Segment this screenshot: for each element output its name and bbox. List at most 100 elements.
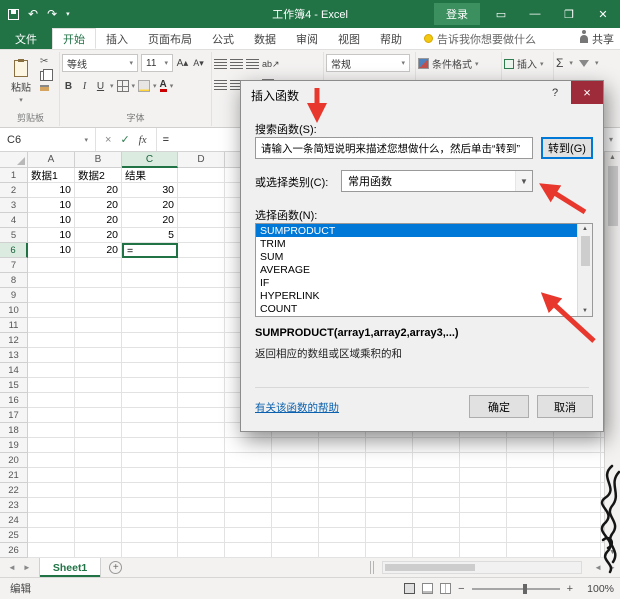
cell-C23[interactable] [122, 498, 178, 513]
cell-I20[interactable] [413, 453, 460, 468]
cell-D7[interactable] [178, 258, 225, 273]
align-left-icon[interactable] [214, 80, 227, 90]
ribbon-tab-审阅[interactable]: 审阅 [286, 28, 328, 49]
scroll-left-icon[interactable]: ◄ [594, 563, 602, 572]
cell-C14[interactable] [122, 363, 178, 378]
row-header-7[interactable]: 7 [0, 258, 28, 273]
cell-B8[interactable] [75, 273, 122, 288]
cell-B17[interactable] [75, 408, 122, 423]
ribbon-display-options-icon[interactable]: ▭ [484, 0, 518, 28]
cell-K26[interactable] [507, 543, 554, 558]
cell-C7[interactable] [122, 258, 178, 273]
align-middle-icon[interactable] [230, 59, 243, 69]
cell-B4[interactable]: 20 [75, 213, 122, 228]
function-help-link[interactable]: 有关该函数的帮助 [255, 400, 339, 415]
tab-scroll-splitter[interactable] [370, 561, 374, 574]
search-function-input[interactable]: 请输入一条简短说明来描述您想做什么，然后单击“转到” [255, 137, 533, 159]
cancel-button[interactable]: 取消 [537, 395, 593, 418]
paste-button[interactable]: 粘贴 ▾ [6, 54, 36, 110]
ribbon-tab-数据[interactable]: 数据 [244, 28, 286, 49]
cell-B10[interactable] [75, 303, 122, 318]
row-header-21[interactable]: 21 [0, 468, 28, 483]
cell-A13[interactable] [28, 348, 75, 363]
function-item-AVERAGE[interactable]: AVERAGE [256, 263, 577, 276]
row-header-6[interactable]: 6 [0, 243, 28, 258]
ribbon-tab-开始[interactable]: 开始 [52, 28, 96, 49]
row-header-16[interactable]: 16 [0, 393, 28, 408]
cell-C9[interactable] [122, 288, 178, 303]
cell-F26[interactable] [272, 543, 319, 558]
chevron-down-icon[interactable]: ▾ [132, 82, 136, 90]
select-all-corner[interactable] [0, 152, 28, 168]
row-header-19[interactable]: 19 [0, 438, 28, 453]
cell-A25[interactable] [28, 528, 75, 543]
cell-A19[interactable] [28, 438, 75, 453]
cell-D2[interactable] [178, 183, 225, 198]
prev-sheet-icon[interactable]: ◄ [8, 563, 16, 572]
cell-J20[interactable] [460, 453, 507, 468]
cell-B7[interactable] [75, 258, 122, 273]
chevron-down-icon[interactable]: ▼ [515, 171, 532, 191]
cell-D12[interactable] [178, 333, 225, 348]
chevron-down-icon[interactable]: ▾ [153, 82, 157, 90]
cell-L24[interactable] [554, 513, 601, 528]
cell-H25[interactable] [366, 528, 413, 543]
cell-B22[interactable] [75, 483, 122, 498]
cell-D6[interactable] [178, 243, 225, 258]
cell-A21[interactable] [28, 468, 75, 483]
font-name-combo[interactable]: 等线 ▾ [62, 54, 138, 72]
cell-A14[interactable] [28, 363, 75, 378]
category-select[interactable]: 常用函数 ▼ [341, 170, 533, 192]
col-header-B[interactable]: B [75, 152, 122, 168]
cell-B23[interactable] [75, 498, 122, 513]
row-header-24[interactable]: 24 [0, 513, 28, 528]
go-button[interactable]: 转到(G) [541, 137, 593, 159]
cell-J26[interactable] [460, 543, 507, 558]
shrink-font-icon[interactable]: A▾ [192, 55, 205, 71]
cell-A4[interactable]: 10 [28, 213, 75, 228]
cell-I23[interactable] [413, 498, 460, 513]
cell-J23[interactable] [460, 498, 507, 513]
cell-A16[interactable] [28, 393, 75, 408]
cell-L23[interactable] [554, 498, 601, 513]
cell-B14[interactable] [75, 363, 122, 378]
cell-D10[interactable] [178, 303, 225, 318]
cell-A24[interactable] [28, 513, 75, 528]
cell-F22[interactable] [272, 483, 319, 498]
scroll-up-icon[interactable]: ▲ [609, 154, 616, 161]
cell-H20[interactable] [366, 453, 413, 468]
cell-H22[interactable] [366, 483, 413, 498]
cell-E21[interactable] [225, 468, 272, 483]
cell-K22[interactable] [507, 483, 554, 498]
cell-A3[interactable]: 10 [28, 198, 75, 213]
cell-K21[interactable] [507, 468, 554, 483]
new-sheet-icon[interactable]: + [109, 561, 122, 574]
cell-B26[interactable] [75, 543, 122, 558]
function-item-SUM[interactable]: SUM [256, 250, 577, 263]
function-item-TRIM[interactable]: TRIM [256, 237, 577, 250]
cell-A10[interactable] [28, 303, 75, 318]
cell-D19[interactable] [178, 438, 225, 453]
cell-A9[interactable] [28, 288, 75, 303]
ok-button[interactable]: 确定 [469, 395, 529, 418]
copy-icon[interactable] [40, 71, 48, 81]
horizontal-scroll-thumb[interactable] [385, 564, 475, 571]
cell-D9[interactable] [178, 288, 225, 303]
align-bottom-icon[interactable] [246, 59, 259, 69]
cell-B2[interactable]: 20 [75, 183, 122, 198]
cancel-entry-icon[interactable]: × [105, 134, 111, 146]
cell-C8[interactable] [122, 273, 178, 288]
orientation-icon[interactable]: ab↗ [262, 56, 280, 72]
cell-J25[interactable] [460, 528, 507, 543]
cell-K20[interactable] [507, 453, 554, 468]
cell-L25[interactable] [554, 528, 601, 543]
cell-B9[interactable] [75, 288, 122, 303]
cell-F23[interactable] [272, 498, 319, 513]
grow-font-icon[interactable]: A▴ [176, 55, 189, 71]
cell-E24[interactable] [225, 513, 272, 528]
ribbon-tab-公式[interactable]: 公式 [202, 28, 244, 49]
zoom-slider[interactable] [472, 588, 560, 590]
cell-D26[interactable] [178, 543, 225, 558]
cell-C2[interactable]: 30 [122, 183, 178, 198]
cell-B21[interactable] [75, 468, 122, 483]
